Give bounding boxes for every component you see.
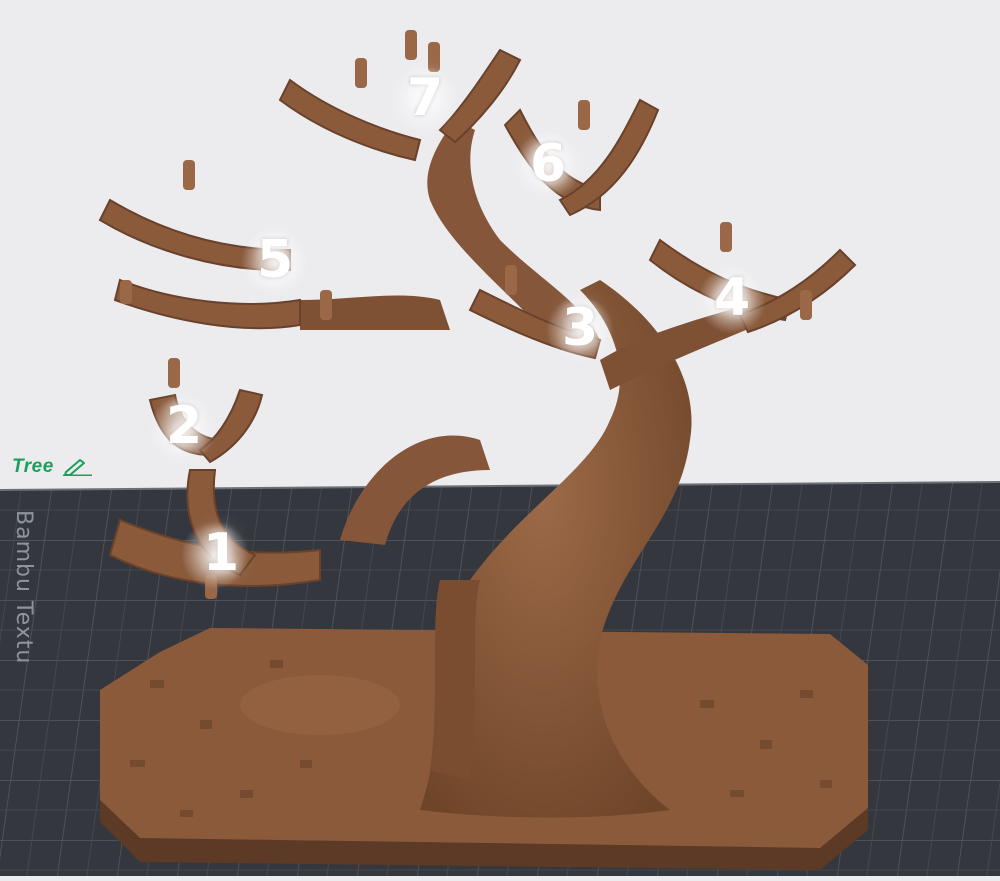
rock-mound — [240, 675, 400, 735]
pencil-icon[interactable] — [62, 458, 94, 476]
branch-label-7: 7 — [407, 68, 444, 128]
branch-label-5: 5 — [257, 230, 294, 290]
object-name-text: Tree — [12, 456, 54, 477]
plate-label-text: Bambu Textu — [11, 510, 36, 665]
branch-label-6: 6 — [530, 134, 567, 194]
trunk-left-root — [430, 580, 480, 780]
object-name-tag[interactable]: Tree — [12, 456, 94, 478]
3d-viewport[interactable]: Bambu Textu Tree 1 2 3 4 5 6 7 — [0, 0, 1000, 876]
branch-label-4: 4 — [714, 268, 751, 328]
branch-label-2: 2 — [166, 396, 203, 456]
branch-label-1: 1 — [203, 523, 240, 583]
scene-canvas — [0, 30, 1000, 876]
plate-texture-label: Bambu Textu — [10, 510, 50, 664]
branch-label-3: 3 — [562, 298, 599, 358]
